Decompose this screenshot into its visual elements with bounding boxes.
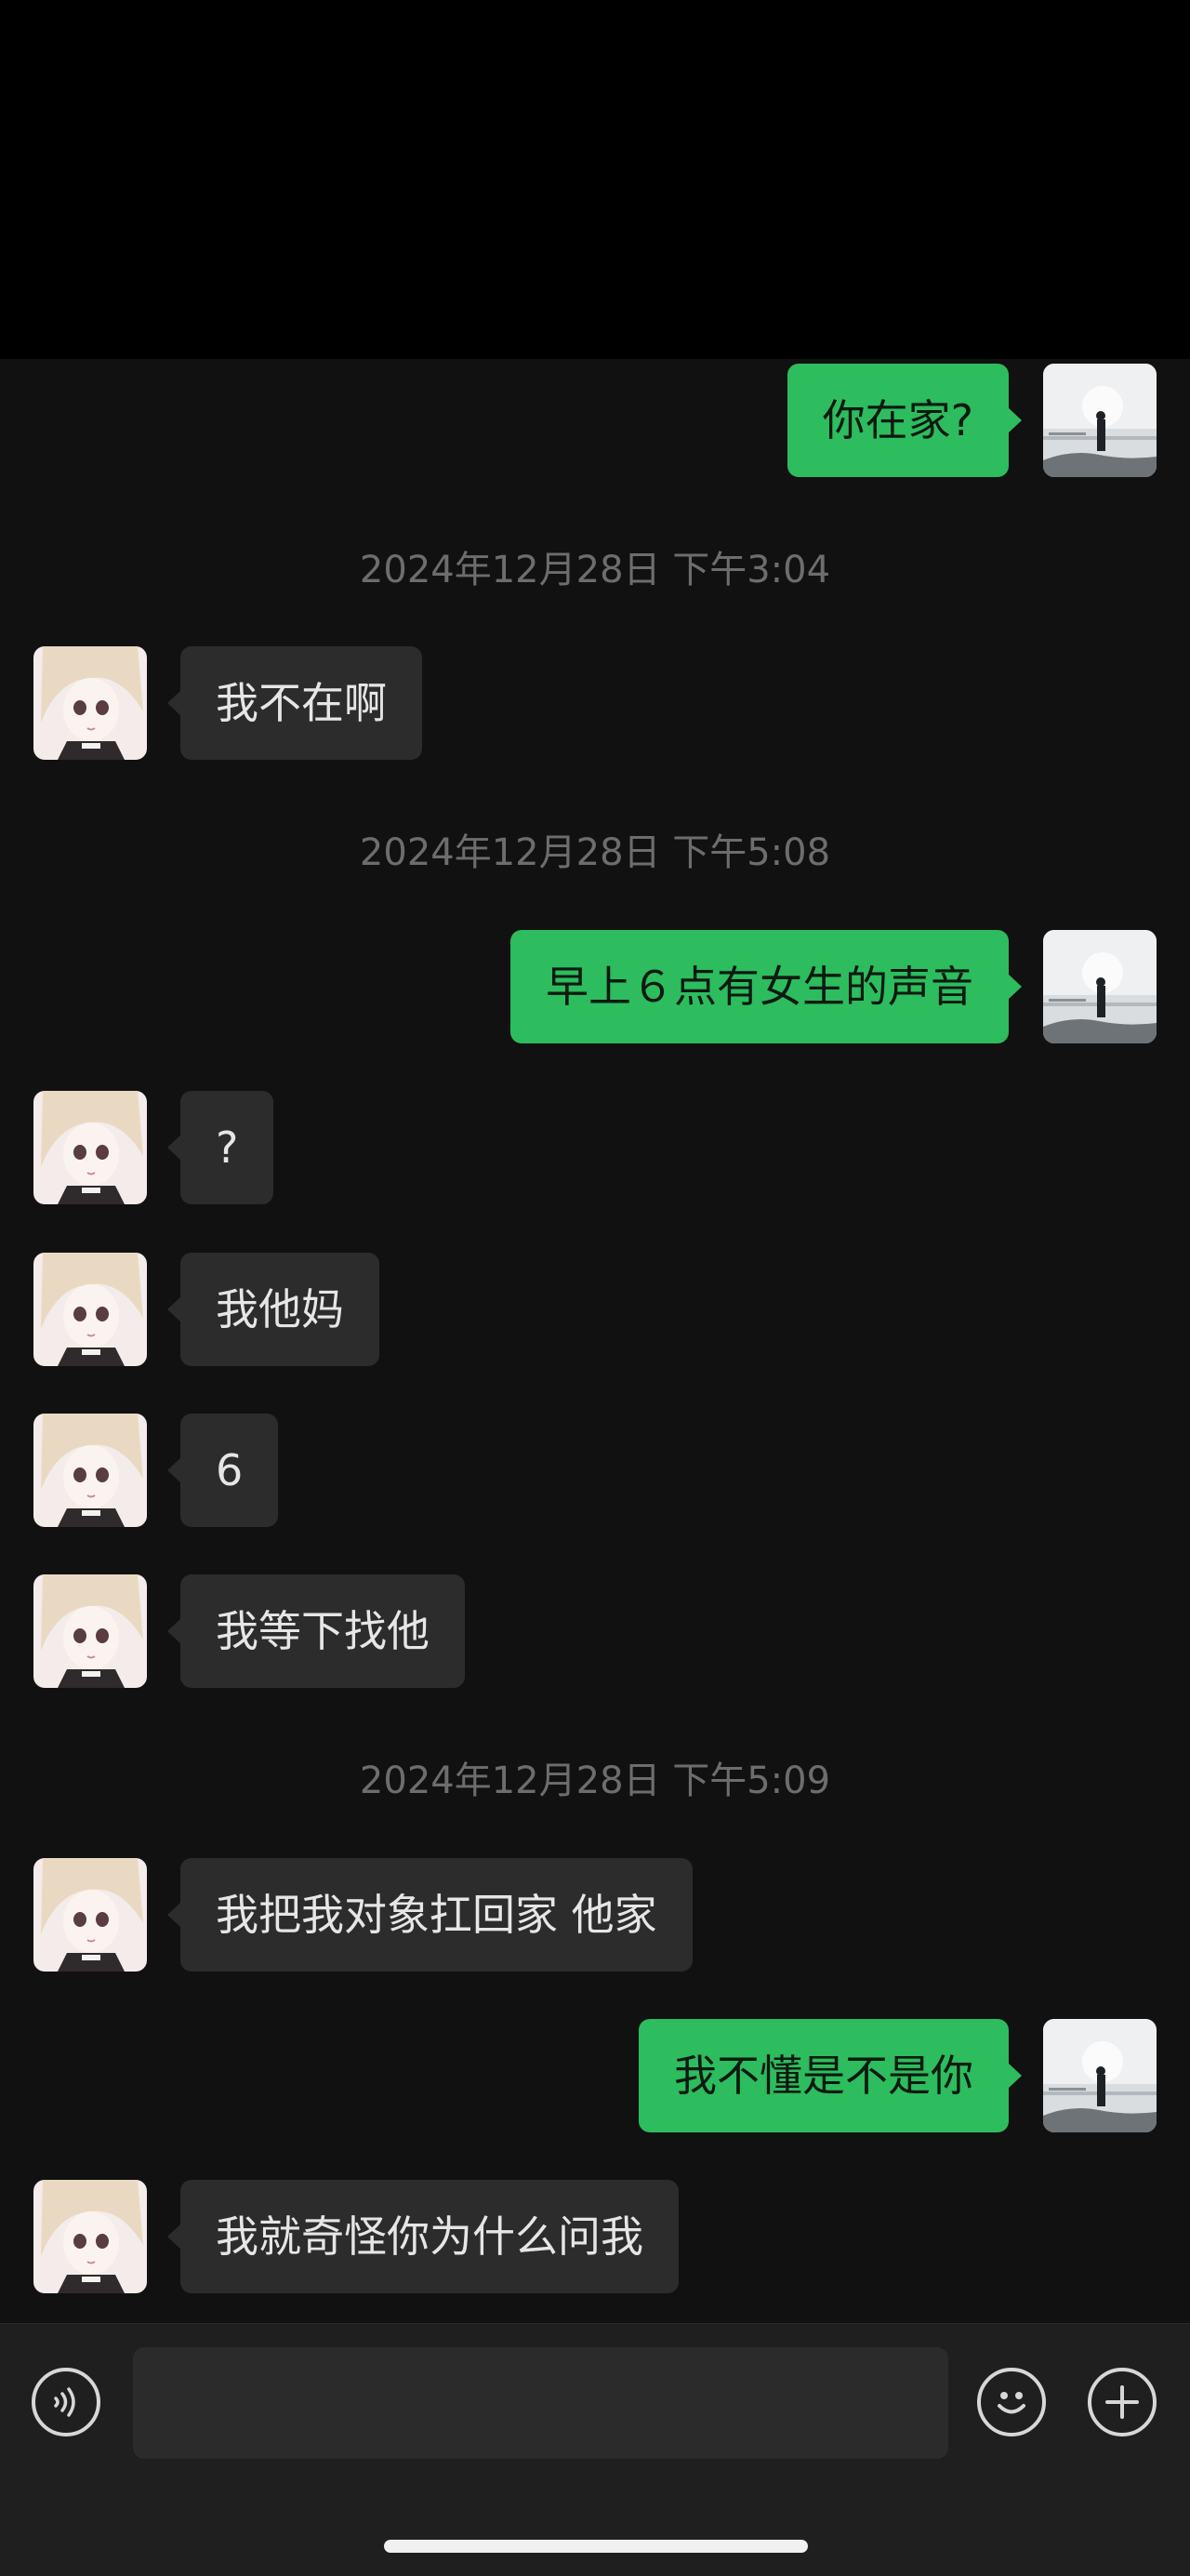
friend-avatar[interactable] <box>33 646 147 760</box>
message-input[interactable] <box>133 2347 948 2459</box>
message-bubble-outgoing[interactable]: 你在家? <box>787 364 1023 477</box>
input-bar <box>0 2323 1190 2576</box>
message-bubble-incoming[interactable]: 我不在啊 <box>167 646 422 760</box>
message-row-incoming: 我把我对象扛回家 他家 <box>0 1858 1190 1972</box>
message-bubble-incoming[interactable]: 我他妈 <box>167 1253 379 1366</box>
emoji-button[interactable] <box>977 2368 1046 2437</box>
status-area <box>0 0 1190 359</box>
home-indicator <box>384 2540 808 2553</box>
message-row-incoming: 我不在啊 <box>0 646 1190 760</box>
timestamp: 2024年12月28日 下午3:04 <box>359 549 831 591</box>
chat-log: 你在家? 2024年12月28日 下午3:04 我不在啊 2024年12月28日… <box>0 359 1190 2323</box>
more-button[interactable] <box>1088 2368 1157 2437</box>
friend-avatar[interactable] <box>33 1091 147 1204</box>
voice-button[interactable] <box>32 2368 100 2437</box>
message-bubble-incoming[interactable]: 我等下找他 <box>167 1574 465 1688</box>
message-row-incoming: 我就奇怪你为什么问我 <box>0 2180 1190 2293</box>
message-bubble-incoming[interactable]: 我把我对象扛回家 他家 <box>167 1858 693 1972</box>
message-row-outgoing: 早上６点有女生的声音 <box>0 930 1190 1043</box>
message-row-incoming: 我他妈 <box>0 1253 1190 1366</box>
message-row-outgoing: 你在家? <box>0 364 1190 477</box>
friend-avatar[interactable] <box>33 1858 147 1972</box>
message-row-incoming: ? <box>0 1091 1190 1204</box>
friend-avatar[interactable] <box>33 1574 147 1688</box>
self-avatar[interactable] <box>1043 930 1157 1043</box>
timestamp: 2024年12月28日 下午5:09 <box>359 1759 831 1802</box>
self-avatar[interactable] <box>1043 364 1157 477</box>
voice-icon <box>54 2387 75 2417</box>
message-bubble-outgoing[interactable]: 早上６点有女生的声音 <box>510 930 1022 1043</box>
message-row-outgoing: 我不懂是不是你 <box>0 2019 1190 2132</box>
message-bubble-incoming[interactable]: 6 <box>166 1414 279 1527</box>
message-bubble-incoming[interactable]: ? <box>166 1091 274 1204</box>
message-row-incoming: 6 <box>0 1414 1190 1527</box>
friend-avatar[interactable] <box>33 2180 147 2293</box>
plus-icon <box>1105 2385 1139 2419</box>
emoji-icon <box>998 2392 1025 2414</box>
friend-avatar[interactable] <box>33 1414 147 1527</box>
timestamp: 2024年12月28日 下午5:08 <box>359 831 831 874</box>
message-bubble-incoming[interactable]: 我就奇怪你为什么问我 <box>167 2180 679 2293</box>
friend-avatar[interactable] <box>33 1253 147 1366</box>
message-row-incoming: 我等下找他 <box>0 1574 1190 1688</box>
self-avatar[interactable] <box>1043 2019 1157 2132</box>
message-bubble-outgoing[interactable]: 我不懂是不是你 <box>639 2019 1022 2132</box>
